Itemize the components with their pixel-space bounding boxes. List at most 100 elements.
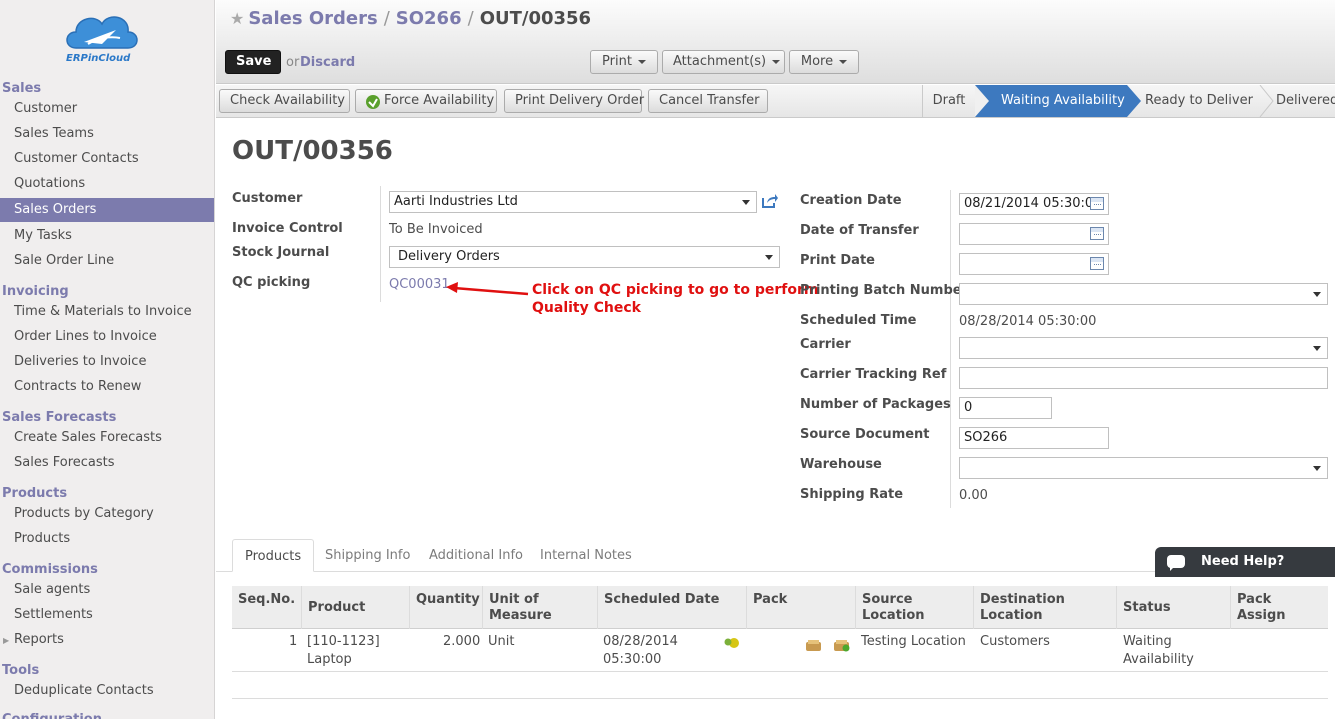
stock-journal-label: Stock Journal: [232, 245, 330, 260]
more-label: More: [800, 54, 834, 69]
carrier-select[interactable]: [959, 337, 1328, 359]
stage-ready-to-deliver[interactable]: Ready to Deliver: [1145, 85, 1265, 117]
menu-item-products[interactable]: Products: [0, 527, 214, 551]
menu-item-sale-order-line[interactable]: Sale Order Line: [0, 249, 214, 273]
star-icon[interactable]: ★: [230, 9, 244, 28]
carrier-label: Carrier: [800, 337, 851, 352]
menu-section-invoicing: Invoicing: [2, 284, 69, 299]
calendar-icon[interactable]: [1090, 257, 1104, 270]
column-quantity[interactable]: Quantity: [410, 586, 483, 629]
menu-item-settlements[interactable]: Settlements: [0, 603, 214, 627]
cell-destination-location: Customers: [980, 634, 1050, 649]
menu-item-quotations[interactable]: Quotations: [0, 172, 214, 196]
invoice-control-label: Invoice Control: [232, 221, 343, 236]
column-scheduled-date[interactable]: Scheduled Date: [598, 586, 747, 629]
customer-select[interactable]: Aarti Industries Ltd: [389, 191, 757, 213]
time-value: 05:30:00: [603, 652, 662, 667]
breadcrumb-so266[interactable]: SO266: [396, 8, 462, 29]
menu-item-order-lines-to-invoice[interactable]: Order Lines to Invoice: [0, 325, 214, 349]
menu-item-sales-orders[interactable]: Sales Orders: [0, 198, 214, 222]
external-link-icon[interactable]: [761, 193, 779, 209]
menu-item-time-materials[interactable]: Time & Materials to Invoice: [0, 300, 214, 324]
tab-internal-notes[interactable]: Internal Notes: [528, 539, 644, 572]
column-status[interactable]: Status: [1117, 586, 1231, 629]
breadcrumb-sales-orders[interactable]: Sales Orders: [248, 8, 377, 29]
menu-item-sales-teams[interactable]: Sales Teams: [0, 122, 214, 146]
column-seq-no[interactable]: Seq.No.: [232, 586, 302, 629]
column-pack-assign[interactable]: Pack Assign: [1231, 586, 1328, 629]
annotation-line-1: Click on QC picking to go to perform: [532, 282, 819, 298]
or-text: or: [286, 55, 300, 70]
menu-item-sales-forecasts[interactable]: Sales Forecasts: [0, 451, 214, 475]
stock-journal-select[interactable]: Delivery Orders: [389, 246, 780, 268]
column-pack[interactable]: Pack: [747, 586, 856, 629]
breadcrumb-separator: /: [467, 8, 474, 29]
menu-item-sale-agents[interactable]: Sale agents: [0, 578, 214, 602]
menu-item-deliveries-to-invoice[interactable]: Deliveries to Invoice: [0, 350, 214, 374]
split-lot-icon[interactable]: [723, 637, 741, 649]
menu-item-reports[interactable]: Reports: [0, 628, 214, 652]
column-product[interactable]: Product: [302, 586, 410, 629]
menu-item-customer-contacts[interactable]: Customer Contacts: [0, 147, 214, 171]
force-availability-button[interactable]: Force Availability: [355, 89, 497, 113]
tab-additional-info[interactable]: Additional Info: [417, 539, 535, 572]
shipping-rate-value: 0.00: [959, 488, 988, 503]
stage-separator: [1127, 85, 1141, 117]
annotation-arrow-icon: [446, 282, 529, 296]
shipping-rate-label: Shipping Rate: [800, 487, 904, 502]
customer-value: Aarti Industries Ltd: [394, 194, 518, 209]
calendar-icon[interactable]: [1090, 197, 1104, 210]
stage-waiting-availability[interactable]: Waiting Availability: [975, 85, 1127, 117]
chevron-down-icon: [1313, 346, 1321, 351]
discard-button[interactable]: Discard: [300, 55, 355, 70]
need-help-button[interactable]: Need Help?: [1155, 547, 1335, 577]
cell-uom: Unit: [488, 634, 515, 649]
chevron-down-icon: [637, 59, 646, 64]
menu-item-contracts-to-renew[interactable]: Contracts to Renew: [0, 375, 214, 399]
column-source-location[interactable]: Source Location: [856, 586, 974, 629]
printing-batch-select[interactable]: [959, 283, 1328, 305]
stage-draft[interactable]: Draft: [923, 85, 975, 117]
print-date-input[interactable]: [959, 253, 1109, 275]
status-line-1: Waiting: [1123, 634, 1172, 649]
force-icon: [366, 95, 380, 109]
check-availability-button[interactable]: Check Availability: [219, 89, 350, 113]
creation-date-input[interactable]: 08/21/2014 05:30:00: [959, 193, 1109, 215]
status-line-2: Availability: [1123, 652, 1194, 667]
warehouse-label: Warehouse: [800, 457, 882, 472]
need-help-label: Need Help?: [1201, 554, 1285, 569]
customer-label: Customer: [232, 191, 303, 206]
annotation-line-2: Quality Check: [532, 300, 641, 316]
creation-date-label: Creation Date: [800, 193, 902, 208]
source-document-input[interactable]: SO266: [959, 427, 1109, 449]
warehouse-select[interactable]: [959, 457, 1328, 479]
carrier-tracking-input[interactable]: [959, 367, 1328, 389]
menu-section-sales-forecasts: Sales Forecasts: [2, 410, 117, 425]
chat-bubble-icon: [1167, 555, 1185, 571]
column-unit-of-measure[interactable]: Unit of Measure: [483, 586, 598, 629]
cancel-transfer-button[interactable]: Cancel Transfer: [648, 89, 768, 113]
stock-journal-value: Delivery Orders: [398, 249, 500, 264]
chevron-down-icon: [772, 59, 781, 64]
column-destination-location[interactable]: Destination Location: [974, 586, 1117, 629]
date-value: 08/28/2014: [603, 634, 678, 649]
more-dropdown[interactable]: More: [789, 50, 859, 74]
calendar-icon[interactable]: [1090, 227, 1104, 240]
print-delivery-order-button[interactable]: Print Delivery Order: [504, 89, 644, 113]
date-of-transfer-input[interactable]: [959, 223, 1109, 245]
pack-icon[interactable]: [805, 639, 822, 652]
menu-item-create-sales-forecasts[interactable]: Create Sales Forecasts: [0, 426, 214, 450]
menu-item-customer[interactable]: Customer: [0, 97, 214, 121]
packages-input[interactable]: 0: [959, 397, 1052, 419]
add-pack-icon[interactable]: [833, 639, 850, 652]
print-dropdown[interactable]: Print: [590, 50, 658, 74]
stage-delivered[interactable]: Delivered: [1276, 85, 1335, 117]
tab-products[interactable]: Products: [232, 539, 315, 572]
menu-item-deduplicate-contacts[interactable]: Deduplicate Contacts: [0, 679, 214, 703]
tab-shipping-info[interactable]: Shipping Info: [313, 539, 422, 572]
qc-picking-link[interactable]: QC00031: [389, 277, 450, 292]
save-button[interactable]: Save: [225, 50, 281, 74]
menu-item-products-by-category[interactable]: Products by Category: [0, 502, 214, 526]
menu-item-my-tasks[interactable]: My Tasks: [0, 224, 214, 248]
attachments-dropdown[interactable]: Attachment(s): [662, 50, 785, 74]
